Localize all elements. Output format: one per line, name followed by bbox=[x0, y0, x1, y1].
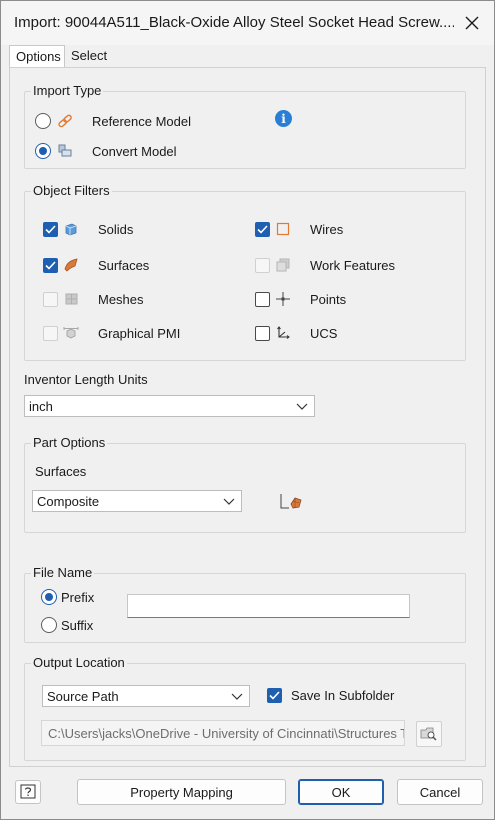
surface-icon bbox=[62, 256, 80, 274]
filter-surfaces[interactable]: Surfaces bbox=[43, 255, 149, 275]
dialog-footer: Property Mapping OK Cancel bbox=[1, 771, 494, 819]
filter-work-features[interactable]: Work Features bbox=[255, 255, 395, 275]
point-crosshair-icon bbox=[274, 290, 292, 308]
reference-model-radio[interactable] bbox=[35, 113, 51, 129]
length-units-value: inch bbox=[29, 398, 53, 414]
save-in-subfolder-option[interactable]: Save In Subfolder bbox=[267, 685, 394, 705]
help-icon bbox=[20, 784, 36, 799]
chevron-down-icon bbox=[296, 403, 308, 410]
import-type-label: Import Type bbox=[31, 83, 104, 98]
info-icon[interactable]: i bbox=[275, 110, 292, 127]
save-in-subfolder-checkbox[interactable] bbox=[267, 687, 282, 703]
filter-points[interactable]: Points bbox=[255, 289, 346, 309]
file-name-label: File Name bbox=[31, 565, 95, 580]
tab-select[interactable]: Select bbox=[65, 45, 111, 67]
tab-options[interactable]: Options bbox=[9, 45, 65, 68]
ucs-label: UCS bbox=[310, 325, 338, 341]
filter-ucs[interactable]: UCS bbox=[255, 323, 337, 343]
file-name-input[interactable] bbox=[127, 594, 410, 618]
file-name-group: File Name Prefix Suffix bbox=[24, 565, 466, 643]
filter-wires[interactable]: Wires bbox=[255, 219, 343, 239]
convert-model-option[interactable]: Convert Model bbox=[35, 141, 177, 161]
ucs-axes-icon bbox=[274, 324, 292, 342]
solid-cube-icon bbox=[62, 220, 80, 238]
suffix-label: Suffix bbox=[61, 617, 94, 633]
part-surfaces-label: Surfaces bbox=[35, 464, 87, 479]
chain-link-icon bbox=[56, 112, 74, 130]
graphical-pmi-icon bbox=[62, 324, 80, 342]
part-surfaces-dropdown[interactable]: Composite bbox=[32, 490, 242, 512]
output-location-value: Source Path bbox=[47, 688, 119, 704]
wires-label: Wires bbox=[310, 221, 344, 237]
chevron-down-icon bbox=[223, 498, 235, 505]
cancel-button[interactable]: Cancel bbox=[397, 779, 483, 805]
surfaces-label: Surfaces bbox=[98, 257, 150, 273]
length-units-label: Inventor Length Units bbox=[24, 372, 148, 387]
meshes-checkbox[interactable] bbox=[43, 291, 58, 307]
prefix-label: Prefix bbox=[61, 589, 95, 605]
wire-square-icon bbox=[274, 220, 292, 238]
save-in-subfolder-label: Save In Subfolder bbox=[291, 687, 395, 703]
points-label: Points bbox=[310, 291, 347, 307]
graphical-pmi-checkbox[interactable] bbox=[43, 325, 58, 341]
output-path-field[interactable]: C:\Users\jacks\OneDrive - University of … bbox=[41, 720, 405, 746]
tab-strip: Options Select bbox=[1, 45, 494, 68]
import-dialog: Import: 90044A511_Black-Oxide Alloy Stee… bbox=[0, 0, 495, 820]
prefix-radio[interactable] bbox=[41, 589, 57, 605]
work-features-label: Work Features bbox=[310, 257, 396, 273]
part-options-group: Part Options Surfaces Composite bbox=[24, 435, 466, 533]
help-button[interactable] bbox=[15, 780, 41, 804]
meshes-label: Meshes bbox=[98, 291, 144, 307]
convert-model-label: Convert Model bbox=[92, 143, 177, 159]
object-filters-group: Object Filters Solids Wires Surfaces Wor… bbox=[24, 183, 466, 361]
ucs-checkbox[interactable] bbox=[255, 325, 270, 341]
mesh-icon bbox=[62, 290, 80, 308]
output-location-dropdown[interactable]: Source Path bbox=[42, 685, 250, 707]
ok-button[interactable]: OK bbox=[298, 779, 384, 805]
close-button[interactable] bbox=[458, 9, 486, 37]
surfaces-checkbox[interactable] bbox=[43, 257, 58, 273]
import-type-group: Import Type Reference Model Convert Mode… bbox=[24, 83, 466, 169]
suffix-option[interactable]: Suffix bbox=[41, 615, 93, 635]
points-checkbox[interactable] bbox=[255, 291, 270, 307]
close-icon bbox=[465, 16, 479, 30]
browse-folder-icon bbox=[420, 727, 437, 741]
part-options-label: Part Options bbox=[31, 435, 108, 450]
composite-surface-icon bbox=[279, 492, 303, 512]
work-features-icon bbox=[274, 256, 292, 274]
solids-label: Solids bbox=[98, 221, 134, 237]
property-mapping-button[interactable]: Property Mapping bbox=[77, 779, 286, 805]
object-filters-label: Object Filters bbox=[31, 183, 112, 198]
filter-solids[interactable]: Solids bbox=[43, 219, 133, 239]
length-units-dropdown[interactable]: inch bbox=[24, 395, 315, 417]
prefix-option[interactable]: Prefix bbox=[41, 587, 94, 607]
title-bar: Import: 90044A511_Black-Oxide Alloy Stee… bbox=[1, 1, 494, 45]
options-panel: Import Type Reference Model Convert Mode… bbox=[9, 67, 486, 767]
dialog-title: Import: 90044A511_Black-Oxide Alloy Stee… bbox=[14, 14, 454, 31]
filter-meshes[interactable]: Meshes bbox=[43, 289, 144, 309]
convert-model-icon bbox=[56, 142, 74, 160]
reference-model-label: Reference Model bbox=[92, 113, 191, 129]
part-surfaces-value: Composite bbox=[37, 493, 100, 509]
graphical-pmi-label: Graphical PMI bbox=[98, 325, 181, 341]
reference-model-option[interactable]: Reference Model bbox=[35, 111, 191, 131]
work-features-checkbox[interactable] bbox=[255, 257, 270, 273]
suffix-radio[interactable] bbox=[41, 617, 57, 633]
output-location-group: Output Location Source Path Save In Subf… bbox=[24, 655, 466, 761]
output-location-label: Output Location bbox=[31, 655, 127, 670]
solids-checkbox[interactable] bbox=[43, 221, 58, 237]
wires-checkbox[interactable] bbox=[255, 221, 270, 237]
chevron-down-icon bbox=[231, 693, 243, 700]
convert-model-radio[interactable] bbox=[35, 143, 51, 159]
filter-graphical-pmi[interactable]: Graphical PMI bbox=[43, 323, 180, 343]
browse-button[interactable] bbox=[416, 721, 442, 747]
